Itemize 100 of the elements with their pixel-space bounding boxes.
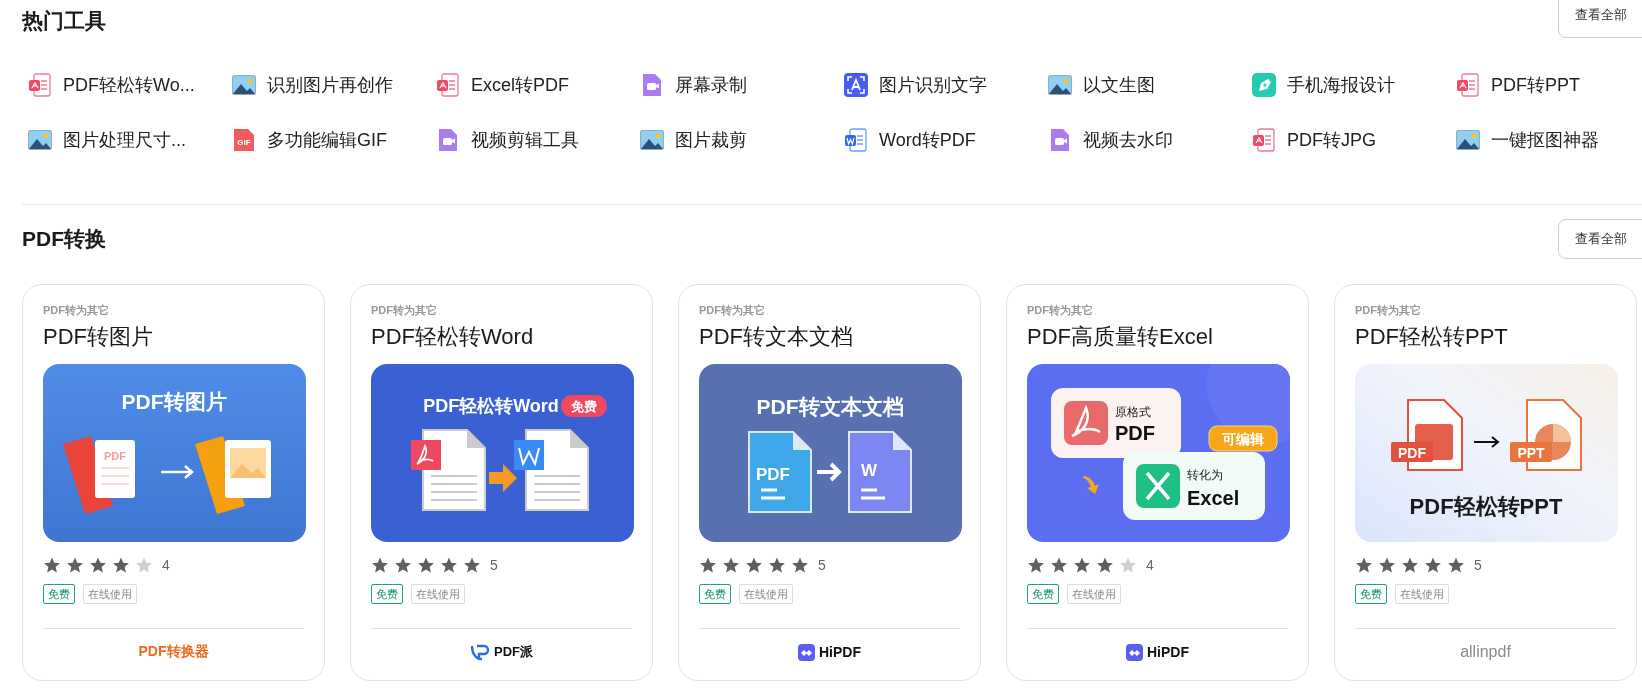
star-icon [89, 556, 107, 574]
brand-logo: allinpdf [1460, 643, 1511, 661]
star-icon [1447, 556, 1465, 574]
star-icon [722, 556, 740, 574]
brand-icon [470, 643, 490, 661]
star-icon [394, 556, 412, 574]
tool-link[interactable]: 识别图片再创作 [231, 57, 435, 112]
excel-logo-icon [1136, 464, 1180, 508]
online-tag: 在线使用 [1067, 584, 1121, 604]
free-tag: 免费 [1355, 584, 1387, 604]
brand-icon [1126, 643, 1143, 661]
badge-text: 免费 [571, 399, 597, 414]
tool-link[interactable]: Word转PDF [843, 112, 1047, 167]
tool-card[interactable]: PDF转为其它 PDF高质量转Excel 原格式 PDF 可编辑 转化为 Excel 4 免费 在线使用 HiPDF [1006, 284, 1309, 681]
tool-link[interactable]: PDF轻松转Wo... [27, 57, 231, 112]
tool-link[interactable]: GIF 多功能编辑GIF [231, 112, 435, 167]
banner-title: PDF轻松转Word [423, 396, 559, 416]
rating-value: 5 [490, 557, 498, 573]
rating-value: 5 [1474, 557, 1482, 573]
tool-card[interactable]: PDF转为其它 PDF转文本文档 PDF转文本文档 PDF W 5 免费 在线使用 HiPDF [678, 284, 981, 681]
pdf-file-icon [27, 71, 53, 98]
badge-text: 可编辑 [1222, 431, 1264, 447]
pen-icon [1251, 71, 1277, 98]
tool-link[interactable]: 一键抠图神器 [1455, 112, 1642, 167]
format-text: Excel [1187, 487, 1240, 509]
tool-card[interactable]: PDF转为其它 PDF转图片 PDF转图片 PDF 4 免费 在线使用 PDF转换器 [22, 284, 325, 681]
brand-icon [798, 643, 815, 661]
text-scan-icon [843, 71, 869, 98]
category-label: PDF转为其它 [371, 303, 437, 317]
tool-link[interactable]: 视频剪辑工具 [435, 112, 639, 167]
star-icon [371, 556, 389, 574]
pdf-file-icon [1251, 126, 1277, 153]
star-icon [1050, 556, 1068, 574]
brand-logo: PDF派 [494, 643, 533, 661]
star-icon [417, 556, 435, 574]
brand-logo: PDF转换器 [138, 643, 209, 661]
gif-label: GIF [237, 137, 251, 147]
tool-link[interactable]: 视频去水印 [1047, 112, 1251, 167]
tool-link[interactable]: 图片识别文字 [843, 57, 1047, 112]
label-text: 转化为 [1187, 468, 1223, 482]
arrow-icon [815, 462, 842, 482]
view-all-button[interactable]: 查看全部 [1558, 0, 1642, 38]
rating-value: 5 [818, 557, 826, 573]
category-label: PDF转为其它 [699, 303, 765, 317]
star-icon [66, 556, 84, 574]
card-title: PDF转图片 [43, 323, 153, 351]
tool-link[interactable]: 以文生图 [1047, 57, 1251, 112]
arrow-icon [1083, 476, 1099, 494]
star-icon [1027, 556, 1045, 574]
tool-card[interactable]: PDF转为其它 PDF轻松转Word PDF轻松转Word 免费 5 免费 在线使用 PDF派 [350, 284, 653, 681]
card-title: PDF轻松转Word [371, 323, 534, 351]
star-icon [1424, 556, 1442, 574]
doc-label: W [861, 461, 877, 480]
category-label: PDF转为其它 [43, 303, 109, 317]
brand-logo: HiPDF [819, 644, 861, 660]
star-icon [440, 556, 458, 574]
banner-title: PDF转图片 [121, 390, 227, 413]
tool-link[interactable]: 图片裁剪 [639, 112, 843, 167]
card-title: PDF高质量转Excel [1027, 323, 1213, 351]
free-tag: 免费 [371, 584, 403, 604]
tool-link[interactable]: 手机海报设计 [1251, 57, 1455, 112]
banner-title: PDF轻松转PPT [1409, 494, 1563, 519]
online-tag: 在线使用 [1395, 584, 1449, 604]
word-file-icon [843, 126, 869, 153]
star-icon [1096, 556, 1114, 574]
star-icon [791, 556, 809, 574]
star-icon [1378, 556, 1396, 574]
arrow-icon [1473, 436, 1500, 448]
doc-label: PDF [104, 450, 126, 462]
tool-link[interactable]: PDF转PPT [1455, 57, 1642, 112]
section-title: 热门工具 [22, 8, 106, 34]
pdf-file-icon [1455, 71, 1481, 98]
star-icon [768, 556, 786, 574]
tool-card[interactable]: PDF转为其它 PDF轻松转PPT PDF PPT PDF轻松转PPT 5 免费 在线使用 allinpdf [1334, 284, 1637, 681]
format-text: PDF [1115, 422, 1155, 444]
star-icon [699, 556, 717, 574]
tool-link[interactable]: 屏幕录制 [639, 57, 843, 112]
rating-value: 4 [1146, 557, 1154, 573]
arrow-icon [159, 464, 194, 480]
star-icon [1401, 556, 1419, 574]
tool-link[interactable]: 图片处理尺寸... [27, 112, 231, 167]
free-tag: 免费 [43, 584, 75, 604]
category-label: PDF转为其它 [1027, 303, 1093, 317]
star-icon [1355, 556, 1373, 574]
label-text: 原格式 [1115, 405, 1151, 419]
tool-link[interactable]: Excel转PDF [435, 57, 639, 112]
view-all-button[interactable]: 查看全部 [1558, 219, 1642, 259]
star-icon [135, 556, 153, 574]
online-tag: 在线使用 [411, 584, 465, 604]
online-tag: 在线使用 [83, 584, 137, 604]
tool-link[interactable]: PDF转JPG [1251, 112, 1455, 167]
star-icon [463, 556, 481, 574]
rating-value: 4 [162, 557, 170, 573]
free-tag: 免费 [699, 584, 731, 604]
pdf-file-icon [435, 71, 461, 98]
pdf-logo-icon [1064, 401, 1108, 445]
card-title: PDF轻松转PPT [1355, 323, 1508, 351]
star-icon [43, 556, 61, 574]
word-logo-icon [514, 440, 544, 470]
arrow-icon [489, 464, 517, 492]
